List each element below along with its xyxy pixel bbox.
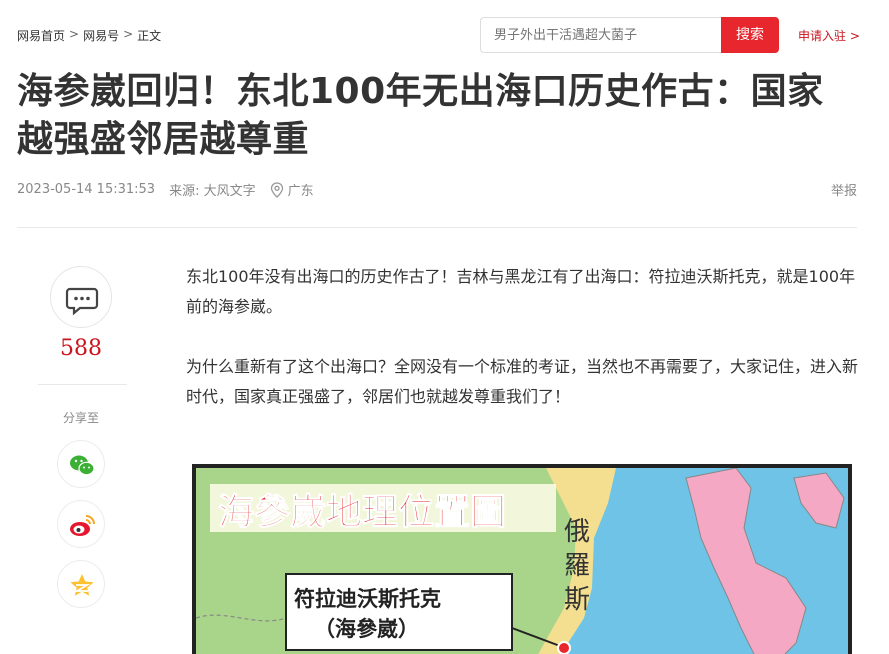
- article-body: 东北100年没有出海口的历史作古了！吉林与黑龙江有了出海口：符拉迪沃斯托克，就是…: [186, 262, 858, 442]
- paragraph: 东北100年没有出海口的历史作古了！吉林与黑龙江有了出海口：符拉迪沃斯托克，就是…: [186, 267, 856, 316]
- article-map-image: 海參崴地理位置圖 俄 羅 斯 符拉迪沃斯托克 （海參崴）: [192, 464, 852, 654]
- apply-link[interactable]: 申请入驻 >: [798, 27, 860, 44]
- map-city-label-line1: 符拉迪沃斯托克: [294, 587, 441, 611]
- breadcrumb: 网易首页 > 网易号 > 正文: [17, 27, 161, 44]
- publish-date: 2023-05-14 15:31:53: [17, 182, 156, 197]
- comment-icon: [65, 287, 99, 316]
- sidebar-divider: [38, 384, 127, 385]
- russia-char: 俄: [564, 517, 590, 547]
- map-city-marker: [557, 641, 571, 654]
- weibo-icon: [70, 515, 95, 536]
- location-pin-icon: [270, 181, 284, 198]
- breadcrumb-current: 正文: [137, 29, 162, 43]
- qzone-icon: [70, 574, 94, 596]
- share-qzone-button[interactable]: [57, 560, 105, 608]
- map-title: 海參崴地理位置圖: [218, 492, 506, 533]
- map-illustration: 海參崴地理位置圖 俄 羅 斯 符拉迪沃斯托克 （海參崴）: [196, 468, 848, 654]
- search-input[interactable]: [480, 17, 722, 53]
- divider: [17, 227, 857, 228]
- wechat-icon: [70, 455, 95, 476]
- article-meta: 2023-05-14 15:31:53 来源: 大风文字 广东: [17, 180, 314, 199]
- breadcrumb-separator: >: [69, 27, 80, 41]
- report-link[interactable]: 举报: [831, 180, 857, 199]
- top-bar: 网易首页 > 网易号 > 正文 搜索 申请入驻 >: [0, 0, 889, 66]
- paragraph: 为什么重新有了这个出海口？全网没有一个标准的考证，当然也不再需要了，大家记住，进…: [186, 357, 859, 406]
- russia-char: 斯: [564, 585, 590, 615]
- search-button[interactable]: 搜索: [721, 17, 779, 53]
- share-weibo-button[interactable]: [57, 500, 105, 548]
- share-label: 分享至: [62, 411, 99, 425]
- breadcrumb-separator: >: [123, 27, 134, 41]
- share-wechat-button[interactable]: [57, 440, 105, 488]
- article-location: 广东: [287, 184, 314, 199]
- breadcrumb-section-link[interactable]: 网易号: [83, 27, 119, 44]
- russia-char: 羅: [564, 551, 590, 581]
- map-city-label-line2: （海參崴）: [314, 617, 419, 641]
- comment-button[interactable]: [50, 266, 112, 328]
- comment-count[interactable]: 588: [38, 336, 124, 361]
- article-title: 海参崴回归！东北100年无出海口历史作古：国家越强盛邻居越尊重: [17, 71, 824, 160]
- article-source: 来源: 大风文字: [169, 184, 256, 199]
- breadcrumb-home-link[interactable]: 网易首页: [17, 27, 65, 44]
